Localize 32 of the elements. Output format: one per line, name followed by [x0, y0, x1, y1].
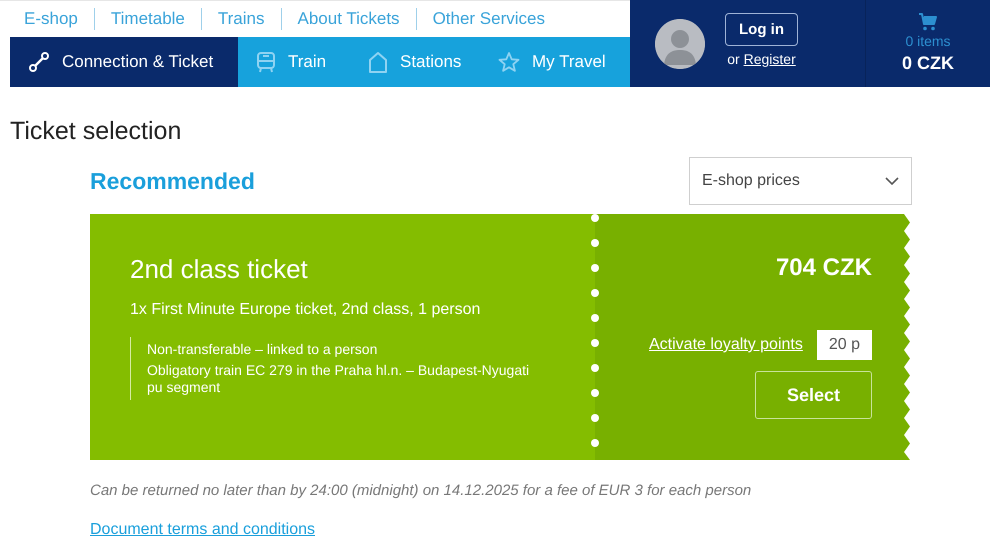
price-dropdown[interactable]: E-shop prices	[689, 157, 912, 205]
top-nav-link[interactable]: Timetable	[110, 9, 185, 29]
loyalty-points-link[interactable]: Activate loyalty points	[649, 336, 803, 354]
cart-icon	[918, 13, 938, 31]
ticket-price: 704 CZK	[776, 254, 872, 282]
page-title: Ticket selection	[10, 117, 182, 146]
ticket-condition: Non-transferable – linked to a person	[147, 341, 378, 358]
top-nav-link[interactable]: About Tickets	[298, 9, 400, 29]
ticket-description: 1x First Minute Europe ticket, 2nd class, 1 person	[130, 301, 482, 319]
select-button[interactable]: Select	[755, 371, 872, 419]
top-nav-link[interactable]: Trains	[218, 9, 264, 29]
loyalty-points-value: 20 p	[816, 330, 872, 360]
star-icon	[498, 51, 520, 73]
register-link[interactable]: Register	[744, 50, 796, 66]
terms-link[interactable]: Document terms and conditions	[90, 521, 315, 539]
chevron-down-icon	[885, 177, 899, 185]
return-note: Can be returned no later than by 24:00 (midnight) on 14.12.2025 for a fee of EUR 3 for each person	[90, 482, 752, 499]
top-nav-link[interactable]: Other Services	[432, 9, 545, 29]
cart-item-count: 0 items	[905, 33, 951, 49]
ticket-title: 2nd class ticket	[130, 254, 309, 285]
ticket-condition: Obligatory train EC 279 in the Praha hl.n. – Budapest-Nyugati pu segment	[147, 362, 530, 396]
avatar-icon	[655, 18, 705, 68]
register-text: or Register	[727, 50, 796, 66]
login-button[interactable]: Log in	[725, 12, 798, 46]
section-title: Recommended	[90, 168, 255, 194]
top-nav-link[interactable]: E-shop	[24, 9, 78, 29]
train-icon	[256, 51, 276, 73]
route-icon	[28, 51, 50, 73]
house-icon	[368, 51, 388, 73]
cart-total: 0 CZK	[902, 53, 954, 74]
dropdown-value: E-shop prices	[702, 172, 800, 190]
nav-tab[interactable]: Connection & Ticket	[10, 37, 238, 87]
